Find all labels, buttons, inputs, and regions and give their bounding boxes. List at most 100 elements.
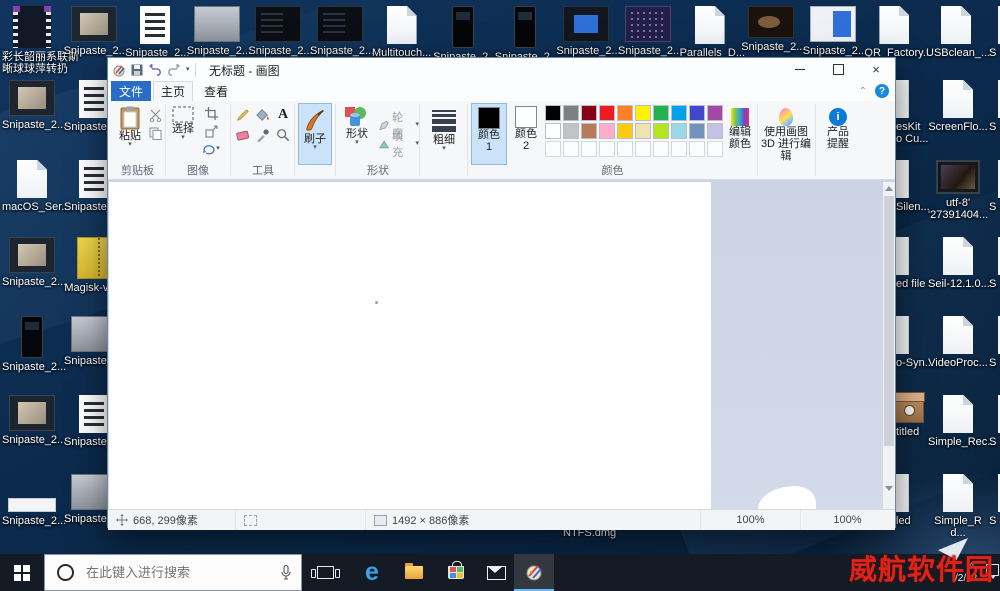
tab-home[interactable]: 主页 bbox=[153, 81, 193, 101]
desktop-icon[interactable]: Parallels_D... bbox=[680, 6, 740, 59]
size-button[interactable]: 粗细▾ bbox=[427, 105, 461, 163]
desktop-icon[interactable]: Snipaste_2... bbox=[556, 6, 616, 57]
save-icon[interactable] bbox=[131, 64, 143, 76]
desktop-icon[interactable]: titled bbox=[894, 395, 940, 438]
title-bar[interactable]: ▾ 无标题 - 画图 × bbox=[108, 58, 895, 81]
palette-swatch[interactable] bbox=[545, 123, 561, 139]
desktop-icon[interactable]: Snipaste_2... bbox=[310, 6, 370, 57]
tab-file[interactable]: 文件 bbox=[111, 81, 151, 101]
color1-button[interactable]: 颜色 1 bbox=[471, 103, 507, 165]
desktop-icon[interactable]: Snipaste_2... bbox=[2, 474, 62, 527]
palette-swatch-empty[interactable] bbox=[563, 141, 579, 157]
desktop-icon[interactable]: Snipaste_2... bbox=[64, 6, 124, 57]
desktop-icon[interactable]: macOS_Ser... bbox=[2, 160, 62, 213]
palette-swatch[interactable] bbox=[599, 123, 615, 139]
start-button[interactable] bbox=[0, 554, 44, 591]
desktop-icon[interactable]: S bbox=[984, 316, 1000, 369]
palette-swatch-empty[interactable] bbox=[671, 141, 687, 157]
shapes-button[interactable]: 形状▾ bbox=[339, 103, 375, 163]
desktop-icon[interactable]: Snipaste_2... bbox=[618, 6, 678, 57]
desktop-icon[interactable]: S bbox=[984, 395, 1000, 448]
vertical-scrollbar[interactable] bbox=[883, 182, 895, 509]
desktop-icon[interactable]: QR_Factory... bbox=[864, 6, 924, 59]
qat-dropdown-icon[interactable]: ▾ bbox=[186, 67, 190, 73]
palette-swatch[interactable] bbox=[581, 105, 597, 121]
maximize-button[interactable] bbox=[819, 58, 857, 81]
copy-button[interactable] bbox=[146, 125, 164, 141]
scroll-down-arrow[interactable] bbox=[883, 482, 895, 495]
desktop-icon[interactable]: Snipaste_2... bbox=[2, 316, 62, 373]
palette-swatch[interactable] bbox=[653, 123, 669, 139]
fill-tool[interactable] bbox=[254, 107, 272, 123]
edit-colors-button[interactable]: 编辑颜色 bbox=[725, 105, 755, 163]
desktop-icon[interactable]: Snipaste_2... bbox=[187, 6, 247, 57]
eraser-tool[interactable] bbox=[234, 127, 252, 143]
desktop-icon[interactable]: Snipaste_2... bbox=[803, 6, 863, 57]
palette-swatch[interactable] bbox=[707, 123, 723, 139]
palette-swatch[interactable] bbox=[671, 123, 687, 139]
palette-swatch[interactable] bbox=[563, 105, 579, 121]
product-alerts-button[interactable]: i 产品提醒 bbox=[820, 105, 856, 163]
palette-swatch[interactable] bbox=[581, 123, 597, 139]
minimize-button[interactable] bbox=[781, 58, 819, 81]
task-view-button[interactable] bbox=[305, 554, 345, 591]
text-tool[interactable]: A bbox=[274, 107, 292, 123]
desktop-icon[interactable]: Snipaste_2... bbox=[433, 6, 493, 63]
fill-style-button[interactable]: 填充▾ bbox=[379, 128, 419, 160]
palette-swatch[interactable] bbox=[563, 123, 579, 139]
desktop-icon[interactable]: Snipaste_2... bbox=[741, 6, 801, 53]
desktop-icon[interactable]: S bbox=[984, 160, 1000, 213]
undo-icon[interactable] bbox=[148, 64, 162, 76]
desktop-icon[interactable]: S bbox=[984, 237, 1000, 290]
rotate-button[interactable]: ▾ bbox=[202, 141, 220, 157]
magnifier-tool[interactable] bbox=[274, 127, 292, 143]
desktop-icon[interactable]: led bbox=[894, 474, 940, 527]
mail-button[interactable] bbox=[476, 554, 516, 591]
search-input[interactable] bbox=[84, 564, 281, 581]
desktop-icon[interactable]: Multitouch... bbox=[372, 6, 432, 59]
crop-button[interactable] bbox=[202, 105, 220, 121]
microphone-icon[interactable] bbox=[281, 565, 291, 580]
desktop-icon[interactable]: S bbox=[984, 474, 1000, 527]
help-icon[interactable]: ? bbox=[875, 84, 889, 98]
file-explorer-button[interactable] bbox=[394, 554, 434, 591]
palette-swatch-empty[interactable] bbox=[617, 141, 633, 157]
palette-swatch-empty[interactable] bbox=[689, 141, 705, 157]
palette-swatch-empty[interactable] bbox=[545, 141, 561, 157]
palette-swatch[interactable] bbox=[545, 105, 561, 121]
desktop-icon[interactable]: USBclean_... bbox=[926, 6, 986, 59]
desktop-icon[interactable]: S bbox=[984, 6, 1000, 59]
palette-swatch[interactable] bbox=[689, 123, 705, 139]
paint3d-button[interactable]: 使用画图 3D 进行编辑 bbox=[758, 105, 814, 167]
redo-icon[interactable] bbox=[167, 64, 181, 76]
palette-swatch[interactable] bbox=[707, 105, 723, 121]
desktop-icon[interactable]: esKito Cu... bbox=[894, 80, 940, 145]
cut-button[interactable] bbox=[146, 107, 164, 123]
palette-swatch[interactable] bbox=[617, 105, 633, 121]
taskbar-search[interactable] bbox=[44, 554, 302, 591]
palette-swatch[interactable] bbox=[635, 123, 651, 139]
tab-view[interactable]: 查看 bbox=[196, 81, 236, 101]
palette-swatch[interactable] bbox=[653, 105, 669, 121]
palette-swatch[interactable] bbox=[599, 105, 615, 121]
scrollbar-thumb[interactable] bbox=[884, 196, 894, 446]
close-button[interactable]: × bbox=[857, 58, 895, 81]
paint-taskbar-button[interactable] bbox=[514, 554, 554, 591]
palette-swatch[interactable] bbox=[671, 105, 687, 121]
palette-swatch[interactable] bbox=[617, 123, 633, 139]
palette-swatch-empty[interactable] bbox=[635, 141, 651, 157]
edge-button[interactable]: e bbox=[352, 554, 392, 591]
resize-button[interactable] bbox=[202, 123, 220, 139]
collapse-ribbon-icon[interactable]: ⌃ bbox=[859, 86, 867, 97]
scroll-up-arrow[interactable] bbox=[883, 182, 895, 195]
desktop-icon[interactable]: o-Syn... bbox=[894, 316, 940, 369]
palette-swatch[interactable] bbox=[689, 105, 705, 121]
select-button[interactable]: 选择▾ bbox=[168, 103, 198, 163]
drawing-canvas[interactable] bbox=[109, 182, 711, 509]
desktop-icon[interactable]: Snipaste_2... bbox=[2, 237, 62, 288]
palette-swatch-empty[interactable] bbox=[707, 141, 723, 157]
palette-swatch-empty[interactable] bbox=[599, 141, 615, 157]
desktop-icon[interactable]: ed file bbox=[894, 237, 940, 290]
desktop-icon[interactable]: Snipaste_2... bbox=[495, 6, 555, 63]
palette-swatch-empty[interactable] bbox=[581, 141, 597, 157]
